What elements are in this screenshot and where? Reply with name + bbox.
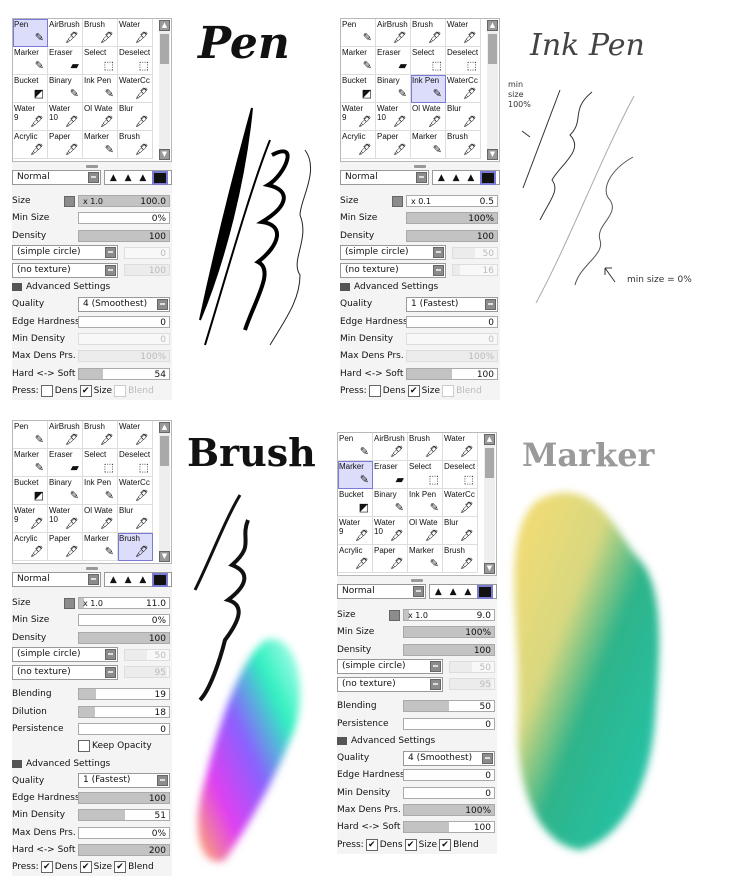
marker-paint xyxy=(514,492,660,850)
title-marker: Marker xyxy=(522,436,655,474)
pen-stroke xyxy=(243,149,290,331)
title-pen: Pen xyxy=(198,18,290,69)
note-min-size-0: min size = 0% xyxy=(627,275,692,285)
brush-stroke xyxy=(193,494,242,591)
title-brush: Brush xyxy=(187,430,316,475)
inkpen-stroke xyxy=(574,156,634,286)
note-min-size-100: min size 100% xyxy=(508,80,531,109)
brush-stroke xyxy=(198,519,250,702)
title-inkpen: Ink Pen xyxy=(530,28,645,63)
